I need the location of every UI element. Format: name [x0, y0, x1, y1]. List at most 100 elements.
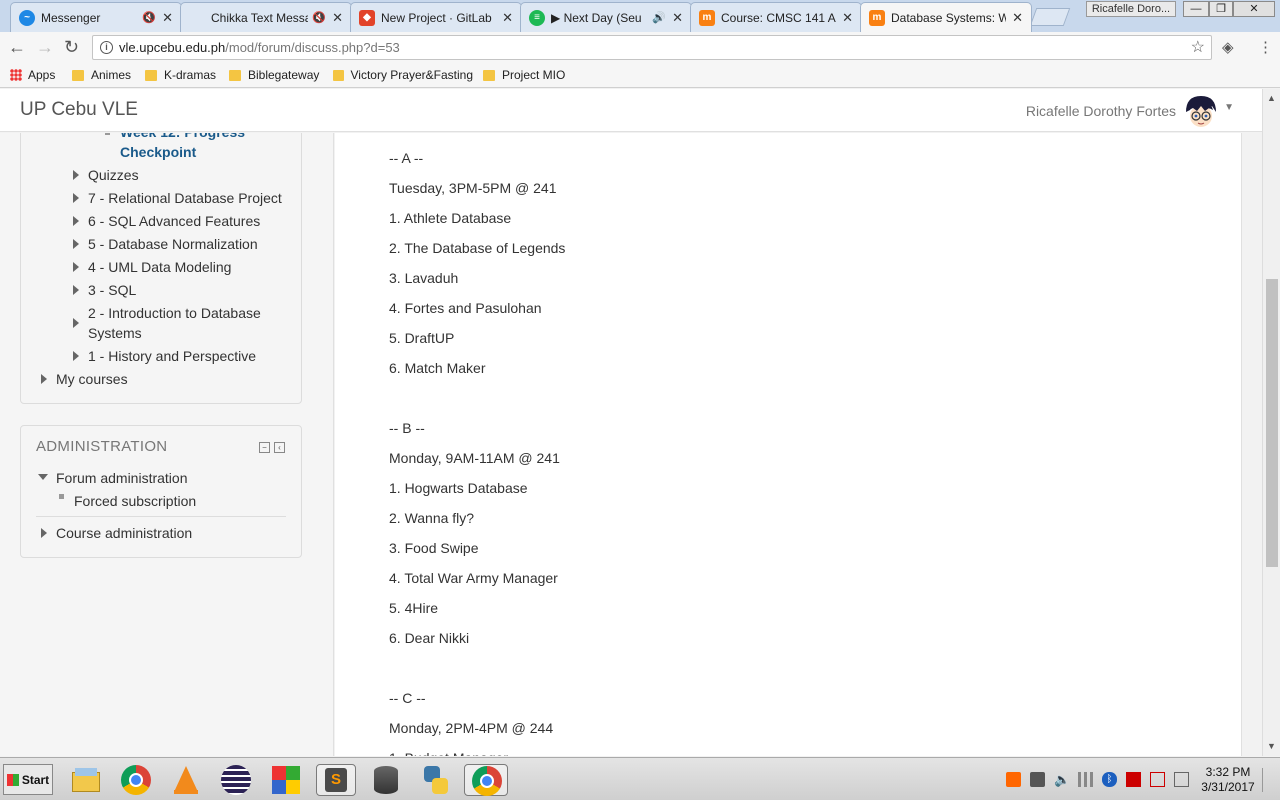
system-clock[interactable]: 3:32 PM 3/31/2017 — [1196, 765, 1260, 795]
start-button[interactable]: Start — [3, 764, 53, 795]
left-sidebar: Week 12: Progress Checkpoint Quizzes 7 -… — [0, 133, 334, 756]
nav-item-db-normalization[interactable]: 5 - Database Normalization — [88, 234, 258, 254]
bookmark-biblegateway[interactable]: Biblegateway — [229, 68, 319, 82]
close-window-button[interactable]: ✕ — [1233, 1, 1275, 17]
vlc-icon[interactable] — [170, 764, 202, 796]
spotify-icon: ≡ — [529, 9, 545, 26]
expand-arrow-icon[interactable] — [73, 285, 79, 295]
project-item: 5. 4Hire — [389, 600, 439, 616]
close-icon[interactable]: ✕ — [502, 10, 513, 26]
tray-app-icon[interactable] — [1030, 772, 1045, 787]
expand-arrow-icon[interactable] — [73, 351, 79, 361]
nav-item-sql-advanced[interactable]: 6 - SQL Advanced Features — [88, 211, 260, 231]
tab-database-systems[interactable]: m Database Systems: W ✕ — [860, 2, 1032, 32]
xampp-icon[interactable] — [1006, 772, 1021, 787]
expand-arrow-icon[interactable] — [73, 239, 79, 249]
expand-arrow-icon[interactable] — [73, 318, 79, 328]
nav-item-week12-line2[interactable]: Checkpoint — [120, 142, 196, 162]
nav-item-quizzes[interactable]: Quizzes — [88, 165, 139, 185]
tab-title: Database Systems: W — [891, 10, 1007, 25]
expand-arrow-icon[interactable] — [73, 216, 79, 226]
network-signal-icon[interactable] — [1078, 772, 1093, 787]
close-icon[interactable]: ✕ — [1012, 10, 1023, 26]
bullet-icon — [59, 494, 64, 499]
page-scrollbar[interactable]: ▲ ▼ — [1262, 89, 1280, 756]
flag-icon[interactable] — [1150, 772, 1165, 787]
tab-gitlab[interactable]: ◆ New Project · GitLab ✕ — [350, 2, 522, 32]
bookmark-kdramas[interactable]: K-dramas — [145, 68, 216, 82]
app-icon[interactable] — [270, 764, 302, 796]
reload-button[interactable]: ↻ — [64, 38, 79, 56]
collapse-icon[interactable]: − — [259, 442, 270, 453]
tab-course-cmsc141[interactable]: m Course: CMSC 141 A ✕ — [690, 2, 862, 32]
show-desktop-button[interactable] — [1262, 768, 1276, 792]
nav-item-history[interactable]: 1 - History and Perspective — [88, 346, 256, 366]
expand-arrow-icon[interactable] — [73, 193, 79, 203]
nav-item-intro-db[interactable]: 2 - Introduction to Database — [88, 303, 261, 323]
sublime-text-icon[interactable]: S — [316, 764, 356, 796]
chrome-active-icon[interactable] — [464, 764, 508, 796]
bluetooth-icon[interactable]: ᛒ — [1102, 772, 1117, 787]
bullet-icon — [105, 133, 110, 135]
tab-title: Chikka Text Messaging — [211, 10, 309, 25]
back-button[interactable]: ← — [8, 38, 26, 56]
action-center-icon[interactable] — [1174, 772, 1189, 787]
forward-button[interactable]: → — [36, 38, 54, 56]
info-icon[interactable]: i — [100, 41, 113, 54]
user-menu-caret-icon[interactable]: ▼ — [1224, 102, 1234, 113]
antivirus-icon[interactable] — [1126, 772, 1141, 787]
minimize-button[interactable]: — — [1183, 1, 1209, 17]
close-icon[interactable]: ✕ — [332, 10, 343, 26]
muted-icon[interactable]: 🔇 — [312, 11, 326, 24]
volume-icon[interactable]: 🔈 — [1054, 772, 1070, 787]
site-name-link[interactable]: UP Cebu VLE — [20, 99, 138, 121]
forum-administration[interactable]: Forum administration — [56, 468, 188, 488]
nav-item-week12[interactable]: Week 12: Progress — [120, 133, 245, 142]
scroll-up-icon[interactable]: ▲ — [1267, 93, 1276, 103]
forced-subscription-link[interactable]: Forced subscription — [74, 491, 196, 511]
scrollbar-thumb[interactable] — [1266, 279, 1278, 567]
dock-icon[interactable]: ‹ — [274, 442, 285, 453]
expand-arrow-icon[interactable] — [73, 262, 79, 272]
nav-item-intro-db-line2[interactable]: Systems — [88, 323, 142, 343]
bookmark-animes[interactable]: Animes — [72, 68, 131, 82]
course-administration[interactable]: Course administration — [56, 523, 192, 543]
nav-item-sql[interactable]: 3 - SQL — [88, 280, 136, 300]
folder-icon — [229, 69, 241, 81]
bookmark-star-icon[interactable]: ☆ — [1191, 36, 1205, 59]
tab-title: New Project · GitLab — [381, 10, 492, 25]
speaker-icon[interactable]: 🔊 — [652, 11, 666, 24]
bookmark-victory[interactable]: Victory Prayer&Fasting — [333, 68, 473, 82]
user-name[interactable]: Ricafelle Dorothy Fortes — [1026, 103, 1176, 119]
nav-item-my-courses[interactable]: My courses — [56, 369, 128, 389]
extension-icon[interactable]: ◈ — [1222, 39, 1234, 57]
nav-item-relational-db-project[interactable]: 7 - Relational Database Project — [88, 188, 282, 208]
expand-arrow-icon[interactable] — [73, 170, 79, 180]
database-icon[interactable] — [370, 764, 402, 796]
scroll-down-icon[interactable]: ▼ — [1267, 741, 1276, 751]
muted-icon[interactable]: 🔇 — [142, 11, 156, 24]
nav-item-uml-modeling[interactable]: 4 - UML Data Modeling — [88, 257, 231, 277]
user-avatar[interactable] — [1182, 92, 1220, 130]
new-tab-button[interactable] — [1029, 8, 1071, 26]
profile-button[interactable]: Ricafelle Doro... — [1086, 1, 1176, 17]
close-icon[interactable]: ✕ — [842, 10, 853, 26]
tab-chikka[interactable]: Chikka Text Messaging 🔇 ✕ — [180, 2, 352, 32]
python-icon[interactable] — [420, 764, 452, 796]
bookmark-project-mio[interactable]: Project MIO — [483, 68, 565, 82]
eclipse-icon[interactable] — [220, 764, 252, 796]
project-item: 6. Match Maker — [389, 360, 486, 376]
menu-icon[interactable]: ⋮ — [1258, 39, 1273, 57]
expand-arrow-icon[interactable] — [41, 528, 47, 538]
file-explorer-icon[interactable] — [70, 764, 102, 796]
restore-button[interactable]: ❐ — [1209, 1, 1233, 17]
expand-arrow-icon[interactable] — [41, 374, 47, 384]
close-icon[interactable]: ✕ — [672, 10, 683, 26]
chrome-icon[interactable] — [120, 764, 152, 796]
tab-messenger[interactable]: ~ Messenger 🔇 ✕ — [10, 2, 182, 32]
bookmark-apps[interactable]: Apps — [10, 68, 55, 82]
collapse-arrow-icon[interactable] — [38, 474, 48, 480]
address-bar[interactable]: i vle.upcebu.edu.ph/mod/forum/discuss.ph… — [92, 35, 1212, 60]
close-icon[interactable]: ✕ — [162, 10, 173, 26]
tab-spotify[interactable]: ≡ ▶ Next Day (Seu 🔊 ✕ — [520, 2, 692, 32]
